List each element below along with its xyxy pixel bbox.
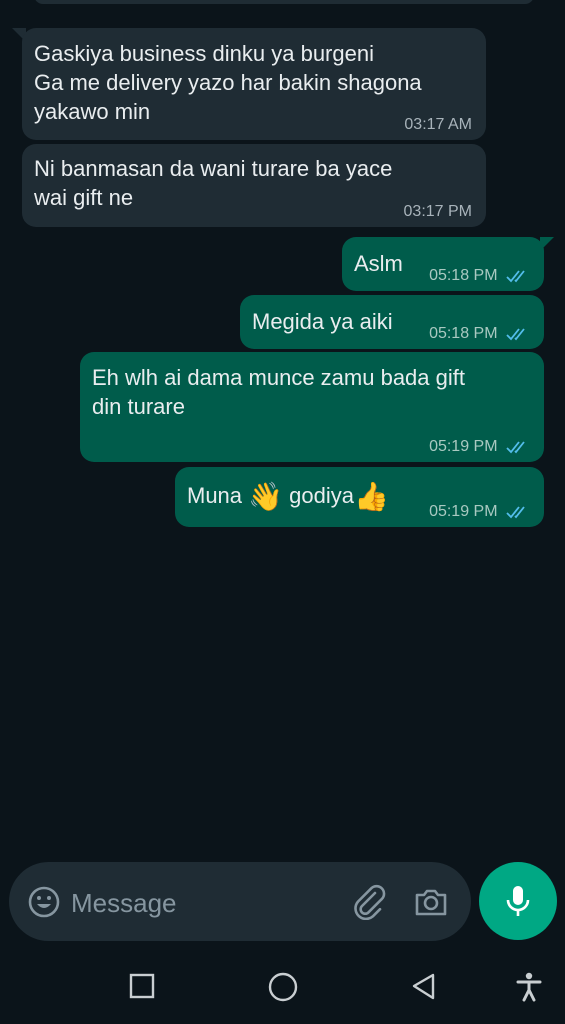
message-time: 05:19 PM bbox=[429, 438, 498, 455]
message-text: Aslm bbox=[354, 251, 403, 276]
message-composer bbox=[9, 862, 471, 941]
outgoing-message[interactable]: Aslm 05:18 PM bbox=[342, 237, 544, 291]
read-receipt-icon bbox=[506, 441, 525, 454]
message-line: Ga me delivery yazo har bakin shagona bbox=[34, 70, 422, 95]
message-line: Eh wlh ai dama munce zamu bada gift bbox=[92, 365, 465, 390]
message-text: Megida ya aiki bbox=[252, 309, 393, 334]
message-line: yakawo min bbox=[34, 99, 151, 124]
message-text-part: Muna bbox=[187, 483, 249, 508]
message-time: 05:18 PM bbox=[429, 325, 498, 342]
outgoing-message[interactable]: Megida ya aiki 05:18 PM bbox=[240, 295, 544, 349]
message-time: 03:17 PM bbox=[403, 203, 472, 220]
read-receipt-icon bbox=[506, 506, 525, 519]
thumbs-up-emoji: 👍 bbox=[353, 481, 389, 512]
waving-hand-emoji: 👋 bbox=[248, 481, 284, 512]
message-list[interactable]: Gaskiya business dinku ya burgeni Ga me … bbox=[0, 0, 565, 850]
message-time: 05:18 PM bbox=[429, 267, 498, 284]
message-text: Muna 👋 godiya👍 bbox=[187, 481, 389, 511]
camera-icon[interactable] bbox=[413, 884, 449, 920]
message-line: Gaskiya business dinku ya burgeni bbox=[34, 41, 374, 66]
mic-icon bbox=[506, 886, 530, 916]
incoming-message[interactable]: Gaskiya business dinku ya burgeni Ga me … bbox=[22, 28, 486, 140]
emoji-icon[interactable] bbox=[27, 885, 61, 919]
message-input[interactable] bbox=[69, 884, 343, 922]
outgoing-message[interactable]: Muna 👋 godiya👍 05:19 PM bbox=[175, 467, 544, 527]
message-time: 05:19 PM bbox=[429, 503, 498, 520]
accessibility-icon[interactable] bbox=[515, 972, 543, 1002]
system-navigation-bar bbox=[0, 950, 565, 1024]
outgoing-message[interactable]: Eh wlh ai dama munce zamu bada gift din … bbox=[80, 352, 544, 462]
message-line: wai gift ne bbox=[34, 185, 134, 210]
mic-button[interactable] bbox=[479, 862, 557, 940]
home-icon[interactable] bbox=[267, 972, 299, 1004]
incoming-message[interactable]: Ni banmasan da wani turare ba yace wai g… bbox=[22, 144, 486, 227]
message-line: Ni banmasan da wani turare ba yace bbox=[34, 156, 393, 181]
message-text-part: godiya bbox=[283, 483, 354, 508]
attach-icon[interactable] bbox=[351, 884, 387, 920]
message-line: din turare bbox=[92, 394, 185, 419]
previous-message-edge bbox=[34, 0, 534, 4]
read-receipt-icon bbox=[506, 270, 525, 283]
message-time: 03:17 AM bbox=[404, 116, 472, 133]
recent-apps-icon[interactable] bbox=[128, 972, 156, 1000]
chat-screen: Gaskiya business dinku ya burgeni Ga me … bbox=[0, 0, 565, 1024]
read-receipt-icon bbox=[506, 328, 525, 341]
back-icon[interactable] bbox=[410, 972, 438, 1002]
